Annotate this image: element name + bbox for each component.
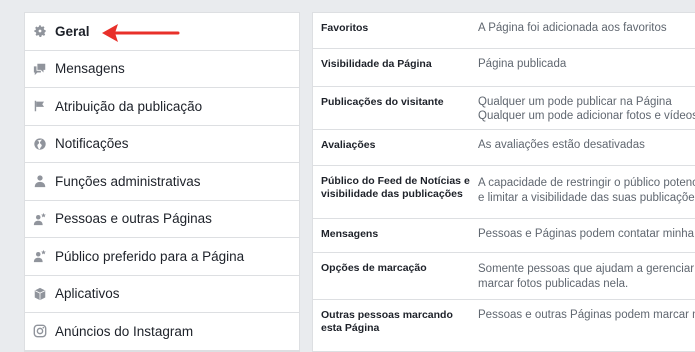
sidebar-item-publico[interactable]: Público preferido para a Página bbox=[25, 238, 299, 276]
setting-value: As avaliações estão desativadas bbox=[478, 139, 645, 151]
sidebar-item-label: Atribuição da publicação bbox=[55, 98, 203, 114]
sidebar-item-label: Mensagens bbox=[55, 61, 125, 77]
sidebar-item-label: Funções administrativas bbox=[55, 173, 201, 189]
globe-icon bbox=[33, 137, 47, 151]
setting-row-opcoes-marcacao[interactable]: Opções de marcação Somente pessoas que a… bbox=[313, 253, 695, 300]
sidebar-item-atribuicao[interactable]: Atribuição da publicação bbox=[25, 88, 299, 126]
setting-label: Mensagens bbox=[321, 228, 379, 240]
sidebar-item-label: Anúncios do Instagram bbox=[55, 323, 194, 339]
setting-label: Outras pessoas marcando esta Página bbox=[321, 309, 453, 334]
red-arrow-annotation bbox=[102, 24, 180, 42]
person-star-icon bbox=[33, 249, 47, 263]
general-settings-panel: Favoritos A Página foi adicionada aos fa… bbox=[312, 12, 695, 352]
setting-row-feed-noticias[interactable]: Público do Feed de Notícias e visibilida… bbox=[313, 166, 695, 219]
person-icon bbox=[33, 174, 47, 188]
setting-row-visibilidade[interactable]: Visibilidade da Página Página publicada bbox=[313, 49, 695, 87]
sidebar-item-notificacoes[interactable]: Notificações bbox=[25, 126, 299, 163]
setting-value: A Página foi adicionada aos favoritos bbox=[478, 22, 667, 34]
cube-icon bbox=[33, 287, 47, 301]
setting-label: Opções de marcação bbox=[321, 262, 427, 274]
setting-label: Público do Feed de Notícias e visibilida… bbox=[321, 175, 470, 200]
setting-label: Favoritos bbox=[321, 22, 369, 34]
instagram-icon bbox=[33, 324, 47, 338]
sidebar-item-label: Geral bbox=[55, 23, 90, 39]
chat-icon bbox=[33, 62, 47, 76]
setting-label: Visibilidade da Página bbox=[321, 58, 432, 70]
setting-value: A capacidade de restringir o público pot… bbox=[478, 177, 695, 204]
setting-value: Pessoas e Páginas podem contatar minha P bbox=[478, 228, 695, 240]
setting-value: Página publicada bbox=[478, 58, 567, 70]
setting-label: Publicações do visitante bbox=[321, 96, 444, 108]
setting-row-favoritos[interactable]: Favoritos A Página foi adicionada aos fa… bbox=[313, 13, 695, 49]
person-star-icon bbox=[33, 212, 47, 226]
sidebar-item-label: Público preferido para a Página bbox=[55, 248, 245, 264]
setting-row-outras-pessoas[interactable]: Outras pessoas marcando esta Página Pess… bbox=[313, 300, 695, 350]
sidebar-item-pessoas[interactable]: Pessoas e outras Páginas bbox=[25, 201, 299, 238]
setting-label: Avaliações bbox=[321, 139, 376, 151]
setting-value: Pessoas e outras Páginas podem marcar m bbox=[478, 309, 695, 321]
sidebar-item-instagram[interactable]: Anúncios do Instagram bbox=[25, 313, 299, 351]
flag-icon bbox=[33, 99, 47, 113]
sidebar-item-aplicativos[interactable]: Aplicativos bbox=[25, 276, 299, 313]
settings-sidebar: Geral Mensagens Atribuição da publicação… bbox=[24, 12, 300, 352]
setting-row-mensagens[interactable]: Mensagens Pessoas e Páginas podem contat… bbox=[313, 219, 695, 253]
sidebar-item-label: Pessoas e outras Páginas bbox=[55, 211, 212, 227]
sidebar-item-mensagens[interactable]: Mensagens bbox=[25, 51, 299, 88]
gear-icon bbox=[33, 24, 47, 38]
setting-value: Qualquer um pode publicar na Página Qual… bbox=[478, 96, 695, 122]
setting-row-avaliacoes[interactable]: Avaliações As avaliações estão desativad… bbox=[313, 130, 695, 166]
setting-value: Somente pessoas que ajudam a gerenciar m… bbox=[478, 263, 695, 290]
sidebar-item-funcoes[interactable]: Funções administrativas bbox=[25, 163, 299, 201]
sidebar-item-label: Notificações bbox=[55, 136, 129, 152]
sidebar-item-label: Aplicativos bbox=[55, 286, 120, 302]
setting-row-publicacoes-visitante[interactable]: Publicações do visitante Qualquer um pod… bbox=[313, 87, 695, 130]
